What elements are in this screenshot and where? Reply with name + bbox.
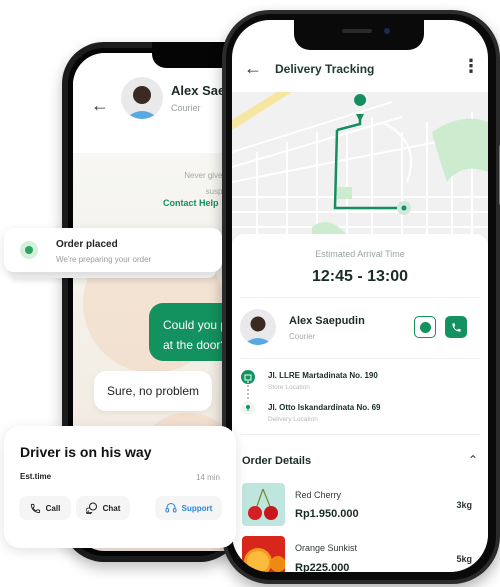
notice-line: Never give your personal data: [184, 171, 242, 180]
call-button[interactable]: [445, 316, 467, 338]
item-name: Red Cherry: [295, 490, 342, 500]
store-address: Jl. LLRE Martadinata No. 190: [268, 371, 378, 380]
item-price: Rp225.000: [295, 562, 350, 572]
item-name: Orange Sunkist: [295, 543, 358, 553]
chat-button[interactable]: Chat: [76, 496, 130, 520]
chat-label: Chat: [102, 503, 121, 513]
tracking-screen: ← Delivery Tracking ⋮ Estimated Arrival …: [232, 20, 488, 572]
delivery-location-label: Delivery Location: [268, 416, 318, 423]
notch: [294, 20, 424, 50]
courier-name: Alex Sae: [171, 83, 226, 98]
page-title: Delivery Tracking: [275, 62, 375, 76]
arrow-left-icon[interactable]: ←: [91, 95, 109, 116]
route-connector: [247, 381, 249, 399]
eta-time: 12:45 - 13:00: [311, 268, 409, 285]
driver-status-card: Driver is on his way Est.time 14 min Cal…: [4, 426, 236, 548]
destination-marker[interactable]: [401, 205, 407, 211]
arrow-left-icon[interactable]: ←: [244, 58, 262, 79]
divider: [240, 358, 480, 359]
chat-bubbles-icon: [85, 502, 97, 514]
item-qty: 3kg: [456, 500, 472, 510]
phone-icon: [30, 503, 40, 513]
chevron-up-icon[interactable]: ⌃: [468, 453, 478, 467]
phone-icon: [451, 322, 461, 332]
chat-button[interactable]: [414, 316, 436, 338]
headset-icon: [165, 503, 177, 513]
store-location-label: Store Location: [268, 384, 310, 391]
order-status-subtitle: We're preparing your order: [56, 255, 152, 264]
courier-role: Courier: [289, 332, 316, 341]
divider: [240, 434, 480, 435]
item-qty: 5kg: [456, 554, 472, 564]
delivery-address: Jl. Otto Iskandardinata No. 69: [268, 403, 381, 412]
courier-marker[interactable]: [354, 94, 367, 106]
chat-icon: [419, 321, 431, 333]
courier-avatar: [121, 77, 163, 119]
more-vertical-icon[interactable]: ⋮: [462, 56, 480, 77]
cherry-image: [242, 483, 285, 526]
support-label: Support: [181, 503, 213, 513]
item-price: Rp1.950.000: [295, 508, 359, 520]
privacy-notice: Never give your personal data suspicious…: [91, 168, 242, 200]
driver-status-title: Driver is on his way: [20, 444, 152, 460]
pin-icon: [241, 401, 255, 415]
courier-role: Courier: [171, 103, 201, 113]
app-header: ← Delivery Tracking ⋮: [232, 50, 488, 90]
tracking-sheet: Estimated Arrival Time 12:45 - 13:00 Ale…: [232, 234, 488, 572]
app-mockup-stage: ← Alex Sae Courier Never give your perso…: [0, 0, 500, 587]
call-button[interactable]: Call: [19, 496, 71, 520]
orange-image: [242, 536, 285, 572]
speaker: [342, 29, 372, 33]
est-time-value: 14 min: [195, 473, 220, 482]
divider: [240, 297, 480, 298]
courier-avatar: [240, 309, 276, 345]
status-dot-icon: [20, 241, 38, 259]
eta-label: Estimated Arrival Time: [315, 249, 405, 259]
park: [337, 187, 352, 199]
camera: [384, 28, 390, 34]
message-incoming: Sure, no problem: [94, 371, 212, 411]
route-map[interactable]: [232, 92, 488, 242]
contact-help-link[interactable]: Contact Help: [163, 198, 219, 208]
order-details-title: Order Details: [242, 455, 312, 467]
support-button[interactable]: Support: [155, 496, 222, 520]
map-canvas: [232, 92, 488, 242]
call-label: Call: [45, 503, 61, 513]
est-time-label: Est.time: [20, 472, 52, 481]
order-status-title: Order placed: [56, 239, 118, 250]
tracking-phone: ← Delivery Tracking ⋮ Estimated Arrival …: [222, 10, 500, 584]
order-status-card[interactable]: Order placed We're preparing your order: [4, 228, 222, 272]
courier-name: Alex Saepudin: [289, 315, 365, 327]
